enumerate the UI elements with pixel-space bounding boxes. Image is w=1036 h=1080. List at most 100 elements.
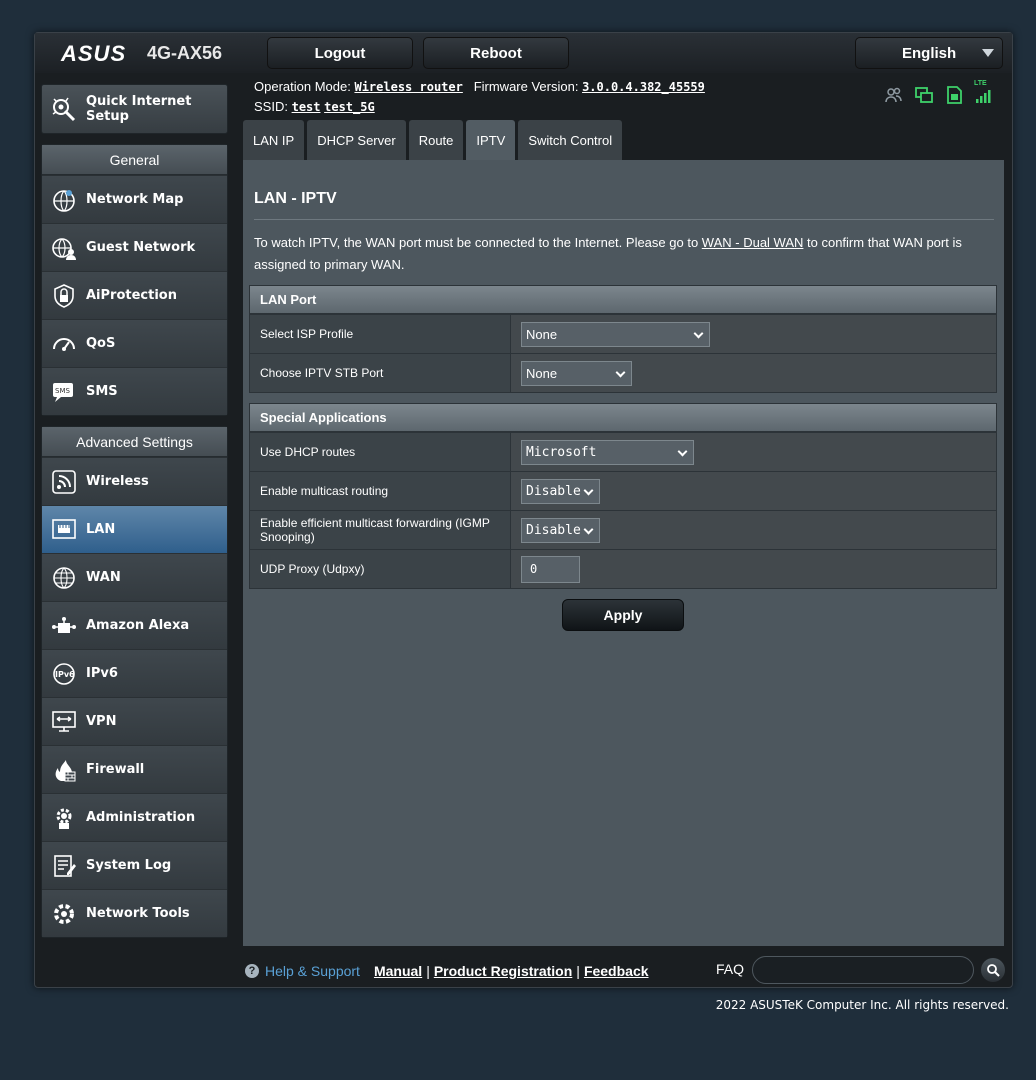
search-icon: [987, 964, 1000, 977]
tab-dhcp-server[interactable]: DHCP Server: [307, 120, 406, 160]
stb-port-select[interactable]: None: [521, 360, 632, 386]
multicast-routing-label: Enable multicast routing: [250, 472, 511, 510]
sidebar-label: QoS: [86, 336, 116, 351]
multicast-routing-select[interactable]: Disable: [521, 478, 600, 504]
ipv6-icon: IPv6: [49, 659, 79, 689]
logout-button[interactable]: Logout: [267, 37, 413, 69]
desc-before: To watch IPTV, the WAN port must be conn…: [254, 235, 702, 250]
faq-search-input[interactable]: [752, 956, 974, 984]
multicast-routing-cell: Disable: [511, 472, 996, 510]
language-select[interactable]: English: [855, 37, 1003, 69]
sidebar-item-network-tools[interactable]: Network Tools: [42, 889, 227, 937]
multicast-routing-value: Disable: [526, 483, 581, 499]
stb-port-label: Choose IPTV STB Port: [250, 354, 511, 392]
chevron-down-icon: [982, 49, 994, 57]
apply-button[interactable]: Apply: [562, 599, 684, 631]
help-icon: ?: [245, 964, 259, 978]
network-icon[interactable]: [914, 85, 934, 105]
isp-profile-select[interactable]: None: [521, 321, 710, 347]
sidebar-item-administration[interactable]: Administration: [42, 793, 227, 841]
vpn-icon: [49, 707, 79, 737]
sidebar-label: Guest Network: [86, 240, 196, 255]
guest-network-icon: [49, 233, 79, 263]
sidebar-label: Amazon Alexa: [86, 618, 190, 633]
sidebar-item-guest-network[interactable]: Guest Network: [42, 223, 227, 271]
sidebar-item-sms[interactable]: SMS SMS: [42, 367, 227, 415]
search-button[interactable]: [981, 958, 1005, 982]
system-log-icon: [49, 851, 79, 881]
sidebar-item-aiprotection[interactable]: AiProtection: [42, 271, 227, 319]
tab-route[interactable]: Route: [408, 120, 464, 160]
separator: |: [576, 963, 580, 979]
chevron-down-icon: [615, 367, 626, 377]
ssid-2g[interactable]: test: [292, 100, 321, 114]
clients-icon[interactable]: [884, 85, 904, 105]
reboot-button[interactable]: Reboot: [423, 37, 569, 69]
sidebar-item-vpn[interactable]: VPN: [42, 697, 227, 745]
quick-setup-label: Quick Internet Setup: [86, 94, 192, 124]
op-mode-link[interactable]: Wireless router: [354, 80, 462, 94]
magic-wand-icon: [50, 95, 78, 123]
quick-internet-setup[interactable]: Quick Internet Setup: [41, 84, 228, 134]
table-row: Enable multicast routing Disable: [250, 471, 996, 510]
table-row: Use DHCP routes Microsoft: [250, 432, 996, 471]
globe-icon: [49, 563, 79, 593]
product-registration-link[interactable]: Product Registration: [434, 963, 572, 979]
tab-switch-control[interactable]: Switch Control: [518, 120, 623, 160]
lan-port-table: LAN Port Select ISP Profile None Choose …: [249, 285, 997, 393]
ssid-5g[interactable]: test_5G: [324, 100, 375, 114]
dhcp-routes-label: Use DHCP routes: [250, 433, 511, 471]
advanced-header: Advanced Settings: [42, 427, 227, 457]
sidebar-label: IPv6: [86, 666, 118, 681]
info-bar: Operation Mode: Wireless router Firmware…: [254, 77, 705, 117]
dhcp-routes-select[interactable]: Microsoft: [521, 439, 694, 465]
wireless-icon: [49, 467, 79, 497]
footer: ? Help & Support Manual | Product Regist…: [245, 956, 1005, 984]
tab-lan-ip[interactable]: LAN IP: [243, 120, 305, 160]
content-panel: LAN - IPTV To watch IPTV, the WAN port m…: [243, 160, 1004, 946]
sidebar-item-wireless[interactable]: Wireless: [42, 457, 227, 505]
chevron-down-icon: [583, 524, 594, 534]
sidebar-item-amazon-alexa[interactable]: Amazon Alexa: [42, 601, 227, 649]
sidebar-item-wan[interactable]: WAN: [42, 553, 227, 601]
tab-iptv[interactable]: IPTV: [466, 120, 516, 160]
title-divider: [254, 219, 994, 220]
alexa-icon: [49, 611, 79, 641]
sidebar-item-system-log[interactable]: System Log: [42, 841, 227, 889]
sidebar-item-network-map[interactable]: Network Map: [42, 175, 227, 223]
sidebar-item-ipv6[interactable]: IPv6 IPv6: [42, 649, 227, 697]
gear-icon: [49, 803, 79, 833]
help-support-label: Help & Support: [265, 963, 360, 979]
help-support: ? Help & Support: [245, 963, 360, 979]
sidebar-label: Administration: [86, 810, 196, 825]
dhcp-routes-value: Microsoft: [526, 444, 597, 460]
sidebar-item-lan[interactable]: LAN: [42, 505, 227, 553]
sidebar-label: WAN: [86, 570, 121, 585]
lan-port-header: LAN Port: [250, 286, 996, 314]
sidebar-label: VPN: [86, 714, 117, 729]
sidebar-item-qos[interactable]: QoS: [42, 319, 227, 367]
sim-icon[interactable]: [944, 85, 964, 105]
advanced-menu: Advanced Settings Wireless LAN WAN Amazo…: [41, 426, 228, 938]
stb-port-cell: None: [511, 354, 996, 392]
igmp-snooping-label: Enable efficient multicast forwarding (I…: [250, 511, 511, 549]
igmp-snooping-select[interactable]: Disable: [521, 517, 600, 543]
sidebar-item-firewall[interactable]: Firewall: [42, 745, 227, 793]
network-map-icon: [49, 185, 79, 215]
tools-icon: [49, 899, 79, 929]
sidebar-label: Network Map: [86, 192, 184, 207]
asus-logo: ASUS: [61, 41, 127, 66]
svg-text:IPv6: IPv6: [55, 670, 75, 679]
firmware-link[interactable]: 3.0.0.4.382_45559: [582, 80, 705, 94]
wan-dual-wan-link[interactable]: WAN - Dual WAN: [702, 235, 804, 250]
manual-link[interactable]: Manual: [374, 963, 422, 979]
dhcp-routes-cell: Microsoft: [511, 433, 996, 471]
svg-text:SMS: SMS: [55, 387, 70, 395]
router-frame: ASUS 4G-AX56 Logout Reboot English Opera…: [34, 32, 1013, 988]
table-row: Select ISP Profile None: [250, 314, 996, 353]
feedback-link[interactable]: Feedback: [584, 963, 649, 979]
udp-proxy-input[interactable]: 0: [521, 555, 580, 583]
top-bar: ASUS 4G-AX56 Logout Reboot English: [35, 33, 1012, 73]
lte-label: LTE: [974, 80, 987, 87]
lte-signal-icon[interactable]: LTE: [974, 80, 994, 105]
